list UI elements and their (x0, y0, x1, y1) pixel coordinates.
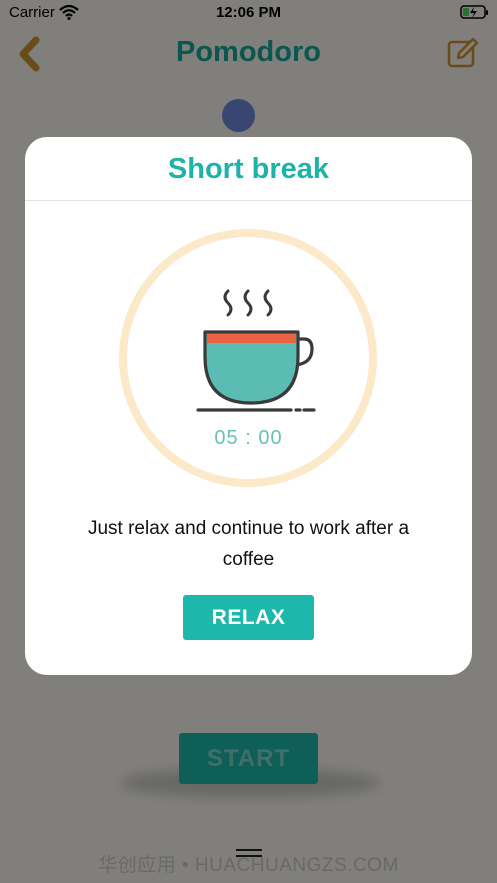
countdown-timer: 05 : 00 (214, 427, 283, 449)
short-break-dialog: Short break 05 : 00 Just relax and conti… (25, 137, 472, 675)
break-message: Just relax and continue to work after a … (87, 518, 410, 570)
relax-button[interactable]: RELAX (183, 595, 314, 640)
dialog-title: Short break (167, 153, 330, 185)
dialog-divider (25, 200, 472, 201)
coffee-cup-icon (196, 289, 316, 412)
